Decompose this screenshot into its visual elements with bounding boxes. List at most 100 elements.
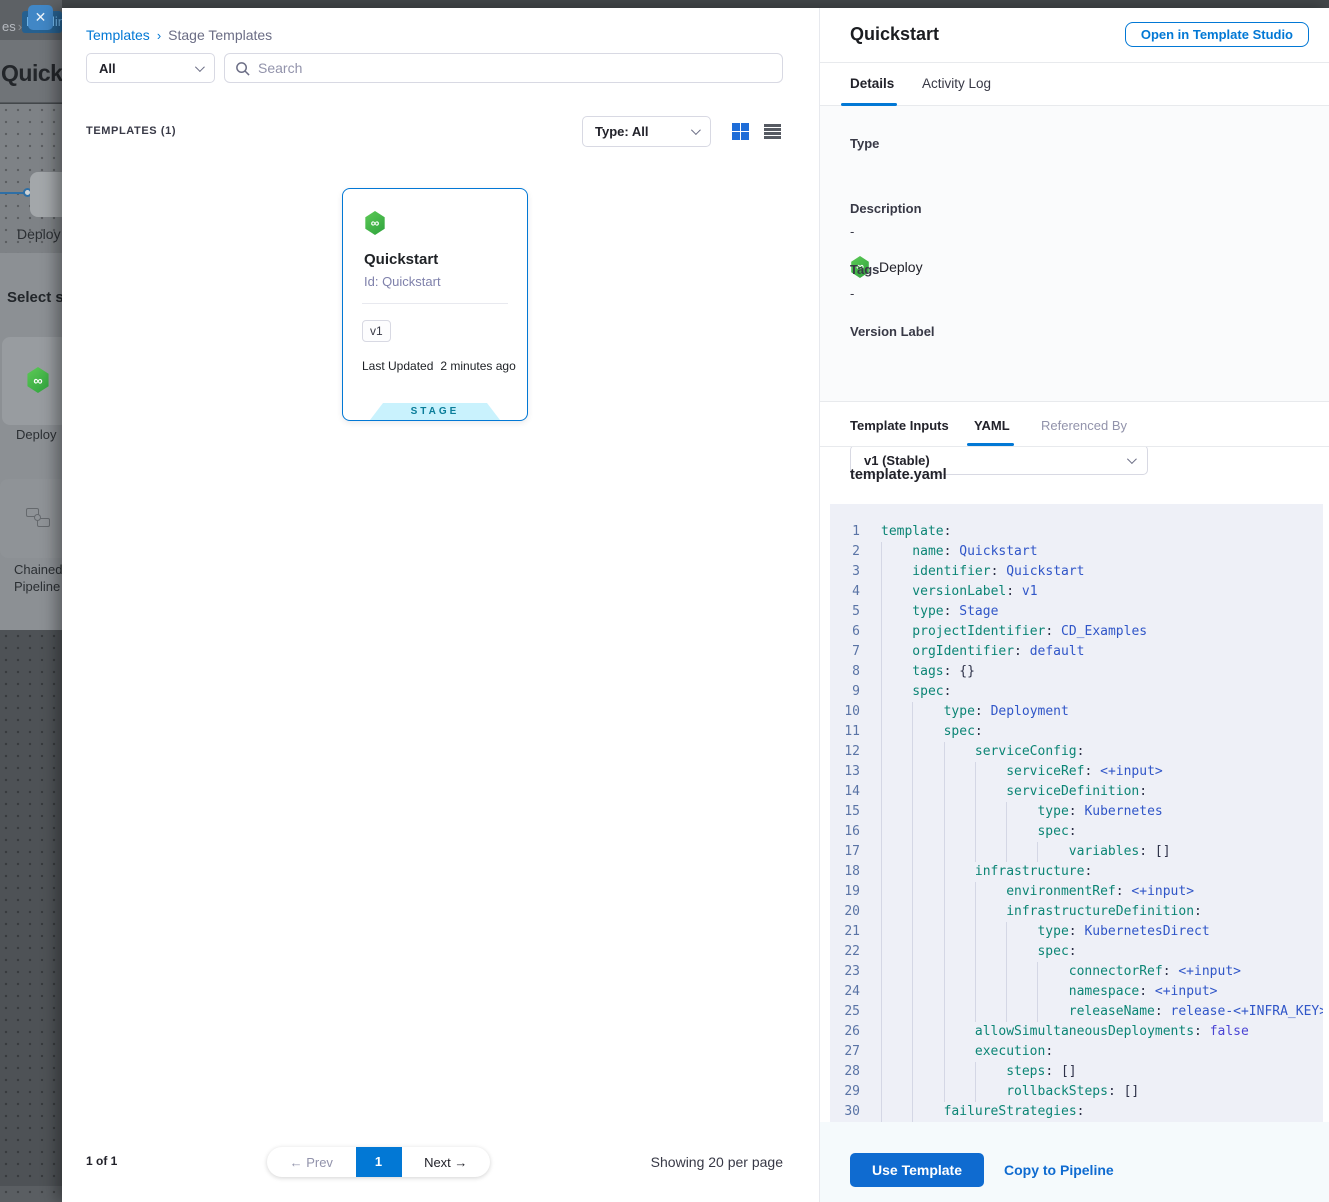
indent-guide: [881, 622, 912, 642]
indent-guide: [912, 762, 943, 782]
yaml-line-number: 28: [830, 1062, 860, 1082]
card-divider: [362, 303, 508, 304]
stage-type-badge: STAGE: [370, 403, 500, 420]
yaml-line: 22spec:: [830, 942, 1323, 962]
yaml-line-number: 26: [830, 1022, 860, 1042]
tab-referenced-by[interactable]: Referenced By: [1041, 418, 1127, 433]
indent-guide: [881, 962, 912, 982]
yaml-line: 18infrastructure:: [830, 862, 1323, 882]
details-title: Quickstart: [850, 24, 939, 45]
scope-filter-value: All: [99, 61, 116, 76]
indent-guide: [975, 902, 1006, 922]
stage-option-chained-label-1: Chained: [14, 562, 62, 577]
search-input[interactable]: [258, 60, 772, 76]
content-tabs: Template Inputs YAML Referenced By: [820, 402, 1329, 447]
details-footer: Use Template Copy to Pipeline: [820, 1122, 1329, 1202]
indent-guide: [944, 762, 975, 782]
description-label: Description: [850, 201, 922, 216]
tab-template-inputs[interactable]: Template Inputs: [850, 418, 949, 433]
indent-guide: [881, 1082, 912, 1102]
yaml-line-number: 4: [830, 582, 860, 602]
indent-guide: [881, 882, 912, 902]
yaml-line: 26allowSimultaneousDeployments: false: [830, 1022, 1323, 1042]
yaml-line-number: 19: [830, 882, 860, 902]
active-tab-underline: [967, 443, 1014, 446]
tab-yaml[interactable]: YAML: [974, 418, 1010, 433]
yaml-line: 1template:: [830, 522, 1323, 542]
breadcrumb-current: Stage Templates: [168, 27, 272, 43]
indent-guide: [912, 842, 943, 862]
current-page-button[interactable]: 1: [356, 1147, 402, 1177]
use-template-button[interactable]: Use Template: [850, 1153, 984, 1187]
yaml-line: 25releaseName: release-<+INFRA_KEY>: [830, 1002, 1323, 1022]
yaml-line-number: 27: [830, 1042, 860, 1062]
search-box[interactable]: [224, 53, 783, 83]
template-card-quickstart[interactable]: ∞ Quickstart Id: Quickstart v1 Last Upda…: [342, 188, 528, 421]
indent-guide: [881, 1102, 912, 1122]
indent-guide: [1006, 842, 1037, 862]
indent-guide: [881, 642, 912, 662]
tab-details[interactable]: Details: [850, 76, 894, 91]
indent-guide: [912, 1102, 943, 1122]
next-page-button[interactable]: Next →: [402, 1155, 491, 1170]
yaml-line: 7orgIdentifier: default: [830, 642, 1323, 662]
type-filter-select[interactable]: Type: All: [582, 116, 711, 147]
yaml-line-number: 14: [830, 782, 860, 802]
chevron-down-icon: [195, 62, 205, 72]
tab-activity-log[interactable]: Activity Log: [922, 76, 991, 91]
yaml-line-number: 22: [830, 942, 860, 962]
yaml-line: 16spec:: [830, 822, 1323, 842]
indent-guide: [881, 582, 912, 602]
yaml-line: 6projectIdentifier: CD_Examples: [830, 622, 1323, 642]
indent-guide: [881, 982, 912, 1002]
yaml-line-number: 9: [830, 682, 860, 702]
indent-guide: [975, 1062, 1006, 1082]
pipeline-edge: [0, 192, 24, 194]
tags-value: -: [850, 286, 854, 301]
breadcrumb: Templates›Stage Templates: [86, 27, 272, 43]
scope-filter-select[interactable]: All: [86, 53, 215, 83]
list-view-icon[interactable]: [764, 123, 781, 140]
yaml-line: 14serviceDefinition:: [830, 782, 1323, 802]
yaml-line: 29rollbackSteps: []: [830, 1082, 1323, 1102]
stage-option-deploy: ∞: [2, 337, 68, 425]
yaml-line-number: 16: [830, 822, 860, 842]
indent-guide: [944, 802, 975, 822]
indent-guide: [1006, 922, 1037, 942]
close-drawer-button[interactable]: ✕: [28, 5, 53, 30]
yaml-code-viewer[interactable]: 1template:2name: Quickstart3identifier: …: [830, 504, 1323, 1122]
indent-guide: [975, 882, 1006, 902]
template-card-title: Quickstart: [364, 251, 438, 268]
yaml-line-number: 3: [830, 562, 860, 582]
copy-to-pipeline-button[interactable]: Copy to Pipeline: [1004, 1162, 1114, 1178]
indent-guide: [881, 682, 912, 702]
grid-view-icon[interactable]: [732, 123, 749, 140]
yaml-line: 10type: Deployment: [830, 702, 1323, 722]
indent-guide: [881, 842, 912, 862]
yaml-line-number: 13: [830, 762, 860, 782]
indent-guide: [975, 762, 1006, 782]
open-in-template-studio-button[interactable]: Open in Template Studio: [1125, 22, 1309, 47]
indent-guide: [881, 1062, 912, 1082]
scrollbar-track[interactable]: [1323, 504, 1329, 1122]
deploy-hexagon-icon: ∞: [364, 211, 386, 235]
background-breadcrumb: es›: [2, 19, 24, 34]
indent-guide: [944, 742, 975, 762]
breadcrumb-templates-link[interactable]: Templates: [86, 27, 150, 43]
indent-guide: [881, 942, 912, 962]
prev-page-button[interactable]: ← Prev: [267, 1155, 356, 1170]
indent-guide: [912, 1002, 943, 1022]
deploy-hexagon-icon: ∞: [26, 367, 50, 393]
indent-guide: [912, 822, 943, 842]
type-value: Deploy: [879, 259, 923, 275]
chained-pipeline-icon: [26, 505, 52, 531]
indent-guide: [912, 902, 943, 922]
yaml-line: 20infrastructureDefinition:: [830, 902, 1323, 922]
stage-option-chained-label-2: Pipeline: [14, 579, 62, 594]
indent-guide: [881, 802, 912, 822]
yaml-line-number: 17: [830, 842, 860, 862]
yaml-line-number: 25: [830, 1002, 860, 1022]
indent-guide: [1037, 1002, 1068, 1022]
yaml-line: 27execution:: [830, 1042, 1323, 1062]
indent-guide: [881, 1022, 912, 1042]
